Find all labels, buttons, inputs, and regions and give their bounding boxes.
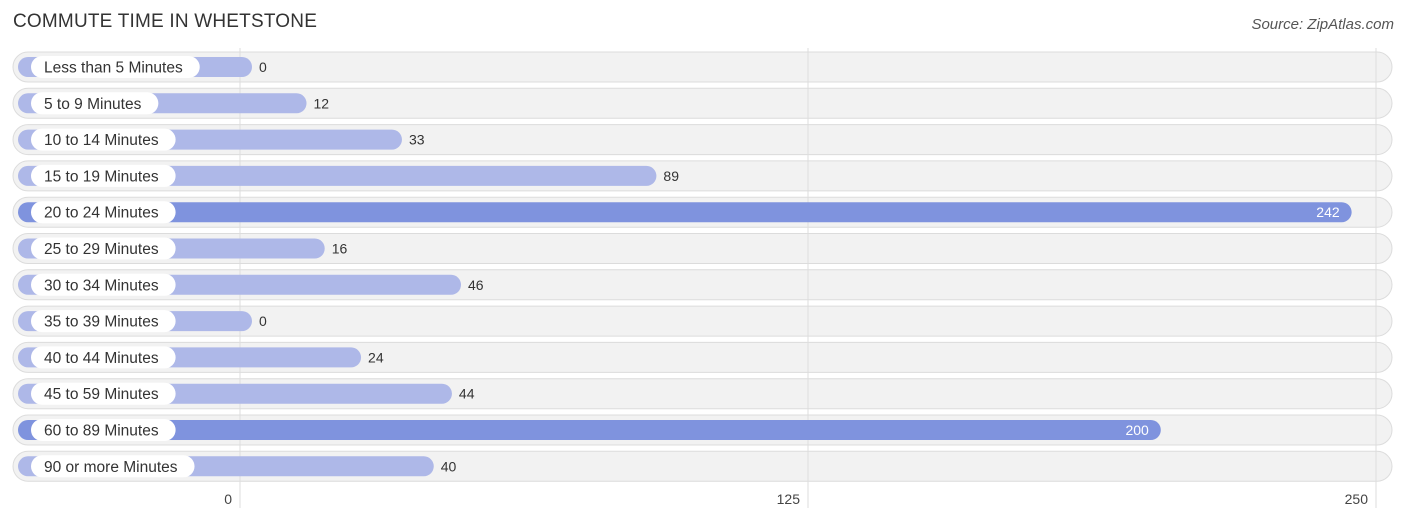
category-label: 30 to 34 Minutes	[44, 277, 159, 294]
value-label: 33	[409, 132, 425, 148]
category-label: 35 to 39 Minutes	[44, 314, 159, 331]
category-label: 20 to 24 Minutes	[44, 205, 159, 222]
category-label: 60 to 89 Minutes	[44, 423, 159, 440]
value-label: 46	[468, 277, 484, 293]
value-label: 242	[1316, 204, 1340, 220]
value-label: 16	[332, 241, 348, 257]
bar[interactable]	[18, 202, 1352, 223]
value-label: 24	[368, 349, 384, 365]
x-tick-label: 0	[224, 491, 232, 507]
value-label: 40	[441, 458, 457, 474]
category-label: Less than 5 Minutes	[44, 60, 183, 77]
category-label: 10 to 14 Minutes	[44, 132, 159, 149]
category-label: 45 to 59 Minutes	[44, 386, 159, 403]
value-label: 200	[1125, 422, 1149, 438]
value-label: 44	[459, 386, 475, 402]
category-label: 40 to 44 Minutes	[44, 350, 159, 367]
bar-chart: Less than 5 Minutes 0 5 to 9 Minutes 12 10 t…	[12, 48, 1393, 508]
value-label: 0	[259, 313, 267, 329]
category-label: 5 to 9 Minutes	[44, 96, 142, 113]
category-label: 90 or more Minutes	[44, 459, 178, 476]
value-label: 12	[314, 95, 330, 111]
value-label: 89	[663, 168, 679, 184]
category-label: 25 to 29 Minutes	[44, 241, 159, 258]
bar[interactable]	[18, 420, 1161, 440]
x-tick-label: 250	[1345, 491, 1369, 507]
value-label: 0	[259, 59, 267, 75]
x-tick-label: 125	[777, 491, 801, 507]
category-label: 15 to 19 Minutes	[44, 168, 159, 185]
